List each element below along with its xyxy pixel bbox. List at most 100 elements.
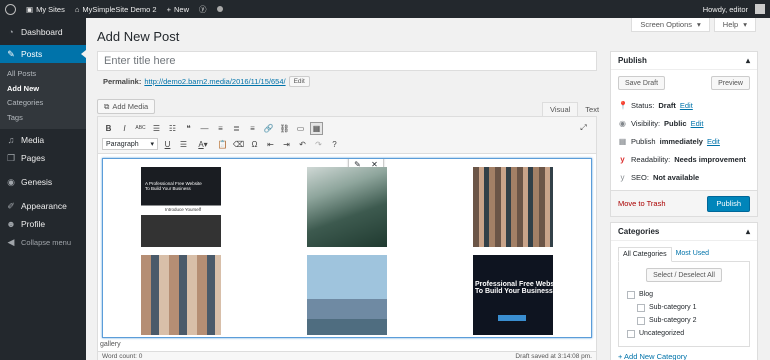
pages-icon: ❐: [6, 152, 16, 163]
category-item[interactable]: Sub-category 2: [627, 314, 741, 327]
submenu-categories[interactable]: Categories: [0, 96, 86, 111]
element-path[interactable]: gallery: [100, 341, 121, 348]
page-title: Add New Post: [97, 29, 180, 44]
my-sites-menu[interactable]: ▣ My Sites: [21, 0, 70, 18]
screen-options-button[interactable]: Screen Options ▾: [631, 18, 710, 32]
readability-score: y Readability: Needs improvement: [618, 150, 750, 168]
permalink: Permalink: http://demo2.barn2.media/2016…: [103, 76, 310, 87]
editor-status-bar: Word count: 0 Draft saved at 3:14:08 pm.: [98, 351, 596, 360]
italic-icon[interactable]: I: [118, 122, 131, 135]
post-title-input[interactable]: Enter title here: [97, 51, 597, 71]
category-item[interactable]: Sub-category 1: [627, 301, 741, 314]
permalink-link[interactable]: http://demo2.barn2.media/2016/11/15/654/: [144, 77, 285, 86]
sidebar-item-genesis[interactable]: ◉ Genesis: [0, 173, 86, 191]
save-draft-button[interactable]: Save Draft: [618, 76, 666, 90]
align-right-icon[interactable]: ≡: [246, 122, 259, 135]
yoast-menu[interactable]: ⓨ: [194, 0, 212, 18]
paste-text-icon[interactable]: 📋: [216, 138, 229, 151]
fullscreen-icon[interactable]: ⤢: [577, 121, 590, 134]
select-deselect-all-button[interactable]: Select / Deselect All: [646, 268, 722, 282]
edit-status-link[interactable]: Edit: [680, 101, 693, 110]
site-name-menu[interactable]: ⌂ MySimpleSite Demo 2: [70, 0, 162, 18]
main-content: Screen Options ▾ Help ▾ Add New Post Enter…: [86, 18, 770, 360]
checkbox[interactable]: [637, 316, 645, 325]
unlink-icon[interactable]: ⛓: [278, 122, 291, 135]
gallery-image[interactable]: [307, 255, 387, 335]
edit-visibility-link[interactable]: Edit: [691, 119, 704, 128]
numbered-list-icon[interactable]: ☷: [166, 122, 179, 135]
submenu-tags[interactable]: Tags: [0, 111, 86, 126]
bullet-list-icon[interactable]: ☰: [150, 122, 163, 135]
tab-visual[interactable]: Visual: [542, 102, 579, 116]
editor-content[interactable]: ✎ ✕ A Professional Free Website To Build …: [102, 158, 592, 338]
sidebar-item-posts[interactable]: ✎ Posts: [0, 45, 86, 63]
text-color-icon[interactable]: A ▾: [193, 138, 213, 151]
genesis-icon: ◉: [7, 176, 15, 187]
collapse-icon: ◀: [7, 236, 15, 247]
help-icon[interactable]: ?: [328, 138, 341, 151]
chevron-down-icon: ▾: [150, 141, 154, 148]
brush-icon: ✐: [7, 200, 15, 211]
chevron-down-icon: ▾: [743, 20, 747, 29]
tab-all-categories[interactable]: All Categories: [618, 247, 672, 262]
toolbar-toggle-icon[interactable]: ▦: [310, 121, 323, 135]
gallery-image[interactable]: [307, 167, 387, 247]
align-center-icon[interactable]: ≣: [230, 122, 243, 135]
tab-most-used[interactable]: Most Used: [672, 247, 713, 261]
new-content-menu[interactable]: + New: [162, 0, 194, 18]
checkbox[interactable]: [627, 329, 635, 338]
collapse-menu-button[interactable]: ◀ Collapse menu: [0, 233, 86, 251]
categories-box-header[interactable]: Categories ▴: [611, 223, 757, 241]
status-dot[interactable]: [212, 0, 228, 18]
checkbox[interactable]: [627, 290, 635, 299]
underline-icon[interactable]: U: [161, 138, 174, 151]
bold-icon[interactable]: B: [102, 122, 115, 135]
sidebar-item-dashboard[interactable]: ◔ Dashboard: [0, 23, 86, 41]
add-media-button[interactable]: ⧉ Add Media: [97, 99, 156, 114]
undo-icon[interactable]: ↶: [296, 138, 309, 151]
category-item[interactable]: Uncategorized: [627, 327, 741, 340]
permalink-edit-button[interactable]: Edit: [288, 76, 310, 87]
sidebar-item-pages[interactable]: ❐ Pages: [0, 149, 86, 167]
blockquote-icon[interactable]: ❝: [182, 122, 195, 135]
publish-button[interactable]: Publish: [707, 195, 750, 212]
help-button[interactable]: Help ▾: [713, 18, 756, 32]
tab-text[interactable]: Text: [578, 102, 606, 116]
publish-box-header[interactable]: Publish ▴: [611, 52, 757, 70]
outdent-icon[interactable]: ⇤: [264, 138, 277, 151]
gallery-image[interactable]: [141, 255, 221, 335]
checkbox[interactable]: [637, 303, 645, 312]
account-menu[interactable]: Howdy, editor: [698, 0, 770, 18]
caret-up-icon: ▴: [745, 227, 750, 236]
sidebar-item-media[interactable]: ♫ Media: [0, 131, 86, 149]
edit-schedule-link[interactable]: Edit: [707, 137, 720, 146]
word-count: Word count: 0: [102, 353, 143, 360]
special-character-icon[interactable]: Ω: [248, 138, 261, 151]
align-left-icon[interactable]: ≡: [214, 122, 227, 135]
add-new-category-link[interactable]: + Add New Category: [611, 347, 757, 360]
category-item[interactable]: Blog: [627, 288, 741, 301]
justify-icon[interactable]: ☰: [177, 138, 190, 151]
pin-icon: 📍: [618, 100, 628, 110]
indent-icon[interactable]: ⇥: [280, 138, 293, 151]
gallery-image[interactable]: A Professional Free Website To Build Your…: [141, 167, 221, 247]
user-icon: ☻: [6, 219, 16, 229]
clear-formatting-icon[interactable]: ⌫: [232, 138, 245, 151]
read-more-icon[interactable]: ▭: [294, 122, 307, 135]
horizontal-rule-icon[interactable]: —: [198, 122, 211, 135]
redo-icon[interactable]: ↷: [312, 138, 325, 151]
move-to-trash-link[interactable]: Move to Trash: [618, 199, 666, 208]
gallery-image[interactable]: [473, 167, 553, 247]
strikethrough-icon[interactable]: ABC: [134, 122, 147, 135]
sidebar-item-profile[interactable]: ☻ Profile: [0, 215, 86, 233]
yoast-icon: y: [620, 154, 625, 164]
wordpress-icon: [5, 3, 16, 15]
preview-button[interactable]: Preview: [711, 76, 750, 90]
submenu-all-posts[interactable]: All Posts: [0, 67, 86, 82]
gallery-image[interactable]: Professional Free Webs To Build Your Busi…: [473, 255, 554, 335]
submenu-add-new[interactable]: Add New: [0, 82, 86, 97]
sidebar-item-appearance[interactable]: ✐ Appearance: [0, 197, 86, 215]
format-select[interactable]: Paragraph ▾: [102, 138, 158, 150]
wp-logo-menu[interactable]: [0, 0, 21, 18]
link-icon[interactable]: 🔗: [262, 122, 275, 135]
